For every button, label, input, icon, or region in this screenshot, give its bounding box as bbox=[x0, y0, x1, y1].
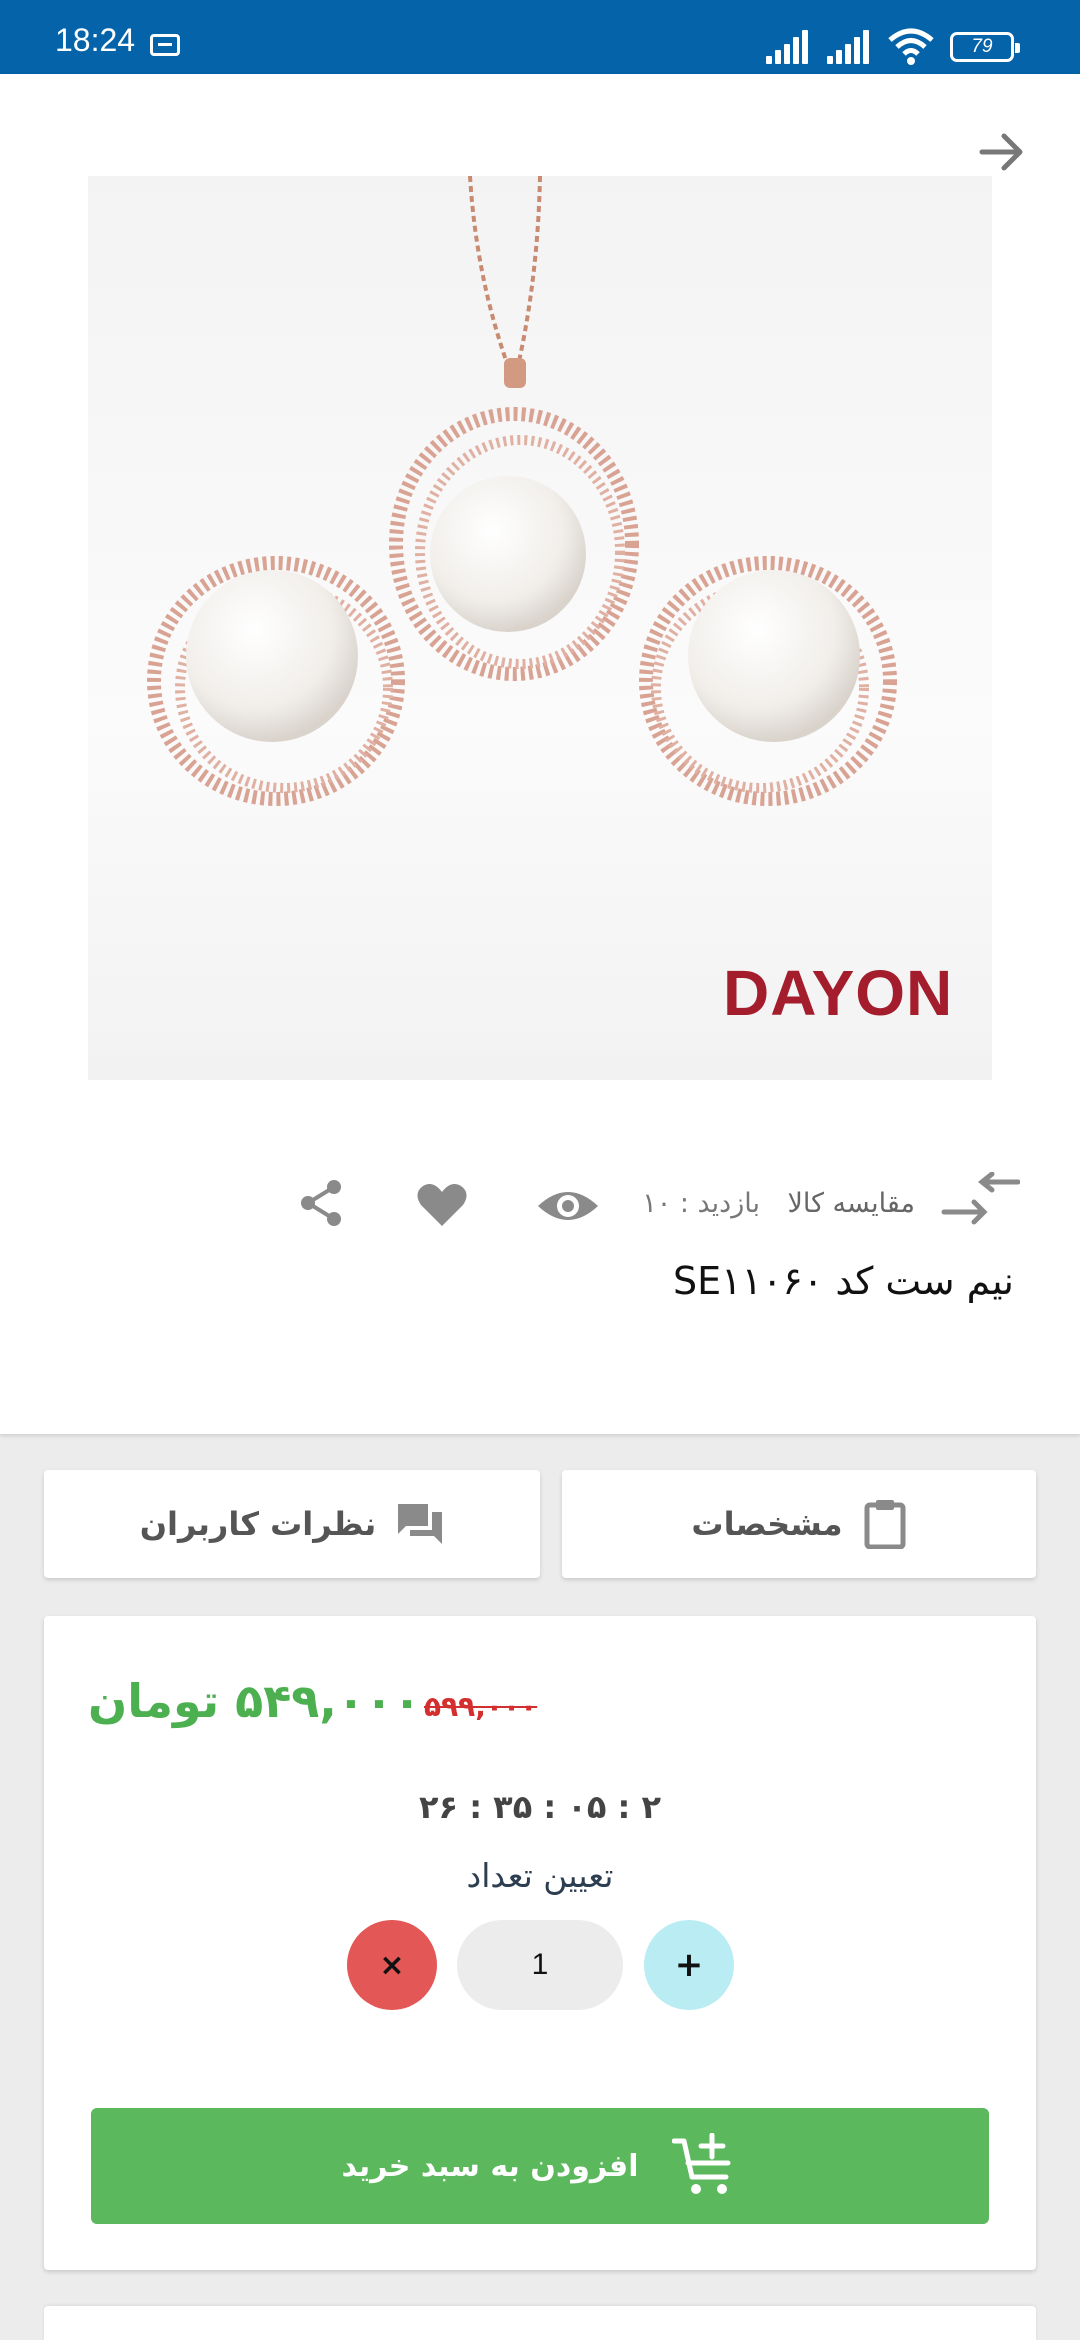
wifi-icon bbox=[888, 28, 934, 65]
next-section-card bbox=[44, 2306, 1036, 2340]
reviews-tab-button[interactable]: نظرات کاربران bbox=[44, 1470, 540, 1578]
specs-tab-label: مشخصات bbox=[691, 1505, 843, 1543]
signal-icon-2 bbox=[827, 28, 877, 64]
back-arrow-icon[interactable] bbox=[974, 124, 1030, 180]
status-time: 18:24 bbox=[55, 22, 136, 58]
quantity-stepper: × 1 + bbox=[44, 1920, 1036, 2010]
product-header-card: DAYON مقایسه کالا بازدید : ۱۰ نیم ست کد … bbox=[0, 74, 1080, 1434]
price-original: ۵۹۹,۰۰۰ bbox=[424, 1690, 538, 1723]
compare-label[interactable]: مقایسه کالا bbox=[788, 1188, 916, 1219]
brand-logo: DAYON bbox=[723, 957, 954, 1029]
chat-icon bbox=[398, 1504, 443, 1544]
message-icon bbox=[150, 34, 180, 56]
price-current: ۵۴۹,۰۰۰ تومان bbox=[88, 1674, 422, 1728]
clipboard-icon bbox=[864, 1500, 906, 1549]
specs-tab-button[interactable]: مشخصات bbox=[562, 1470, 1036, 1578]
status-bar: 18:24 79 bbox=[0, 0, 1080, 74]
price-card: ۵۴۹,۰۰۰ تومان ۵۹۹,۰۰۰ ۲۶ : ۳۵ : ۰۵ : ۲ ت… bbox=[44, 1616, 1036, 2270]
quantity-label: تعیین تعداد bbox=[466, 1856, 614, 1895]
reviews-tab-label: نظرات کاربران bbox=[139, 1505, 377, 1543]
product-image[interactable]: DAYON bbox=[88, 176, 992, 1080]
product-title: نیم ست کد SE۱۱۰۶۰ bbox=[673, 1259, 1014, 1303]
quantity-value: 1 bbox=[457, 1920, 623, 2010]
increase-button[interactable]: + bbox=[644, 1920, 734, 2010]
battery-icon: 79 bbox=[950, 32, 1020, 62]
heart-icon[interactable] bbox=[415, 1178, 469, 1232]
product-actions: مقایسه کالا بازدید : ۱۰ bbox=[0, 1154, 1080, 1234]
countdown-timer: ۲۶ : ۳۵ : ۰۵ : ۲ bbox=[419, 1788, 661, 1826]
views-count: بازدید : ۱۰ bbox=[642, 1188, 760, 1219]
signal-icon bbox=[766, 28, 816, 64]
add-to-cart-label: افزودن به سبد خرید bbox=[341, 2148, 639, 2184]
add-cart-icon bbox=[672, 2133, 731, 2194]
add-to-cart-button[interactable]: افزودن به سبد خرید bbox=[91, 2108, 989, 2224]
remove-button[interactable]: × bbox=[347, 1920, 437, 2010]
compare-icon[interactable] bbox=[940, 1172, 1020, 1232]
eye-icon bbox=[538, 1192, 598, 1220]
battery-level: 79 bbox=[971, 36, 993, 57]
share-icon[interactable] bbox=[296, 1178, 346, 1228]
jewelry-illustration bbox=[147, 176, 897, 806]
